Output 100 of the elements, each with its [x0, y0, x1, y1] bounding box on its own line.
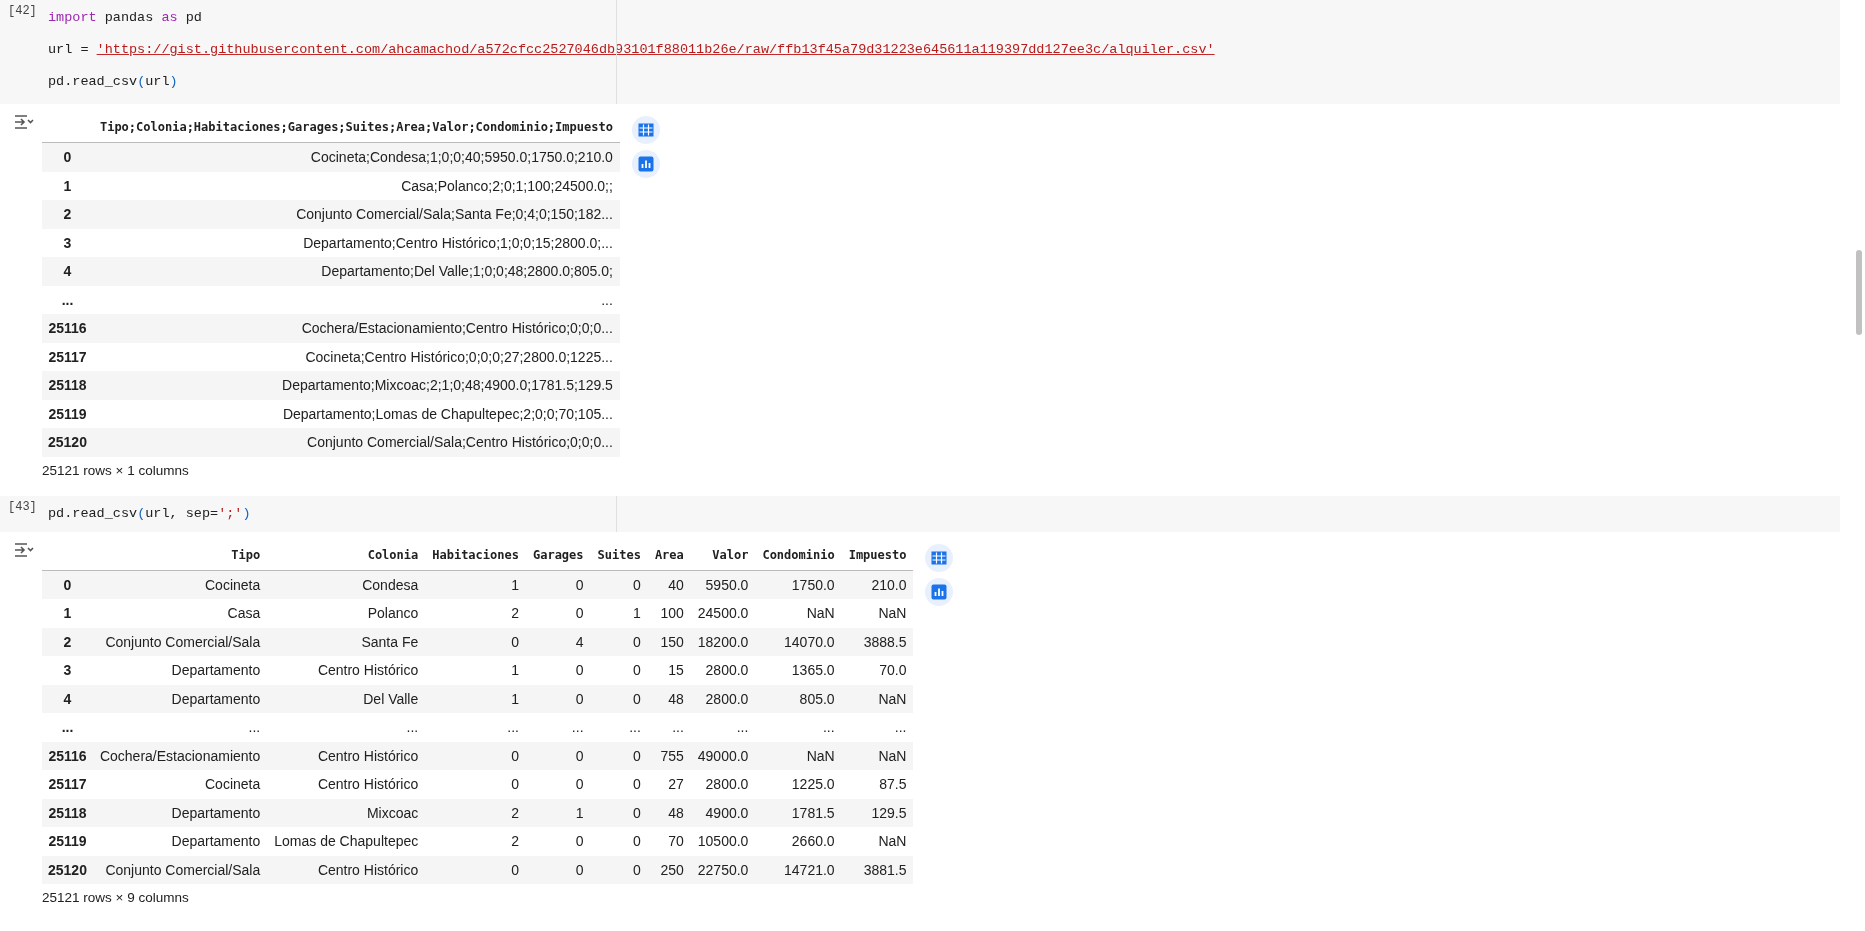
table-cell: Polanco — [267, 599, 426, 628]
code-editor[interactable]: pd.read_csv(url, sep=';') — [40, 495, 1840, 532]
column-header: Garages — [525, 539, 591, 570]
table-cell: 1781.5 — [755, 798, 842, 827]
table-cell: NaN — [841, 684, 914, 713]
table-cell: 3881.5 — [841, 855, 914, 884]
row-index: 3 — [42, 228, 93, 257]
table-cell: 0 — [590, 798, 648, 827]
column-header: Tipo;Colonia;Habitaciones;Garages;Suites;Area;Valor;Condominio;Impuesto — [92, 112, 620, 143]
table-cell: Departamento;Mixcoac;2;1;0;48;4900.0;1781.5;129.5 — [92, 371, 620, 400]
column-header: Suites — [590, 539, 648, 570]
table-cell: 0 — [525, 741, 591, 770]
table-cell: 100 — [647, 599, 691, 628]
table-cell: Departamento;Del Valle;1;0;0;48;2800.0;805.0; — [92, 257, 620, 286]
column-header: Impuesto — [841, 539, 914, 570]
row-index: 25117 — [42, 770, 93, 799]
table-cell: Centro Histórico — [267, 656, 426, 685]
table-cell: 0 — [525, 570, 591, 599]
table-cell: Cocineta — [92, 770, 268, 799]
table-cell: 0 — [590, 855, 648, 884]
table-cell: Departamento — [92, 656, 268, 685]
table-cell: 87.5 — [841, 770, 914, 799]
table-cell: Cochera/Estacionamiento — [92, 741, 268, 770]
table-cell: Condesa — [267, 570, 426, 599]
row-index: 25119 — [42, 827, 93, 856]
table-cell: 1 — [525, 798, 591, 827]
row-index: 25119 — [42, 399, 93, 428]
chart-button[interactable] — [631, 150, 660, 178]
row-index: 4 — [42, 684, 93, 713]
row-index: 25118 — [42, 371, 93, 400]
column-header: Area — [647, 539, 691, 570]
table-cell: Cocineta — [92, 570, 268, 599]
row-index: 1 — [42, 599, 93, 628]
row-index: 25116 — [42, 314, 93, 343]
table-cell: 2800.0 — [690, 656, 756, 685]
table-cell: Centro Histórico — [267, 741, 426, 770]
table-cell: Departamento — [92, 827, 268, 856]
table-cell: 0 — [425, 855, 526, 884]
table-cell: NaN — [755, 599, 842, 628]
scrollbar-thumb[interactable] — [1856, 250, 1862, 335]
table-cell: Conjunto Comercial/Sala;Centro Histórico;0;0;0... — [92, 428, 620, 457]
table-cell: 0 — [525, 684, 591, 713]
table-cell: 70.0 — [841, 656, 914, 685]
table-cell: 3888.5 — [841, 627, 914, 656]
table-cell: 2660.0 — [755, 827, 842, 856]
table-cell: ... — [425, 713, 526, 742]
row-index: 0 — [42, 570, 93, 599]
table-cell: 1365.0 — [755, 656, 842, 685]
table-view-button[interactable] — [631, 116, 660, 144]
output-toggle-icon[interactable] — [14, 541, 34, 558]
output-toggle-icon[interactable] — [14, 114, 34, 130]
table-cell: 18200.0 — [690, 627, 756, 656]
row-index: 25120 — [42, 855, 93, 884]
table-cell: 0 — [590, 627, 648, 656]
column-header: Tipo — [92, 539, 268, 570]
table-cell: 1 — [425, 684, 526, 713]
table-cell: 1225.0 — [755, 770, 842, 799]
table-cell: 48 — [647, 684, 691, 713]
table-cell: 150 — [647, 627, 691, 656]
table-cell: 49000.0 — [690, 741, 756, 770]
bar-chart-icon — [637, 156, 654, 172]
table-cell: NaN — [841, 599, 914, 628]
table-cell: 0 — [590, 770, 648, 799]
table-icon — [931, 549, 948, 566]
table-cell: Centro Histórico — [267, 770, 426, 799]
table-cell: 0 — [525, 599, 591, 628]
row-index: ... — [42, 713, 93, 742]
table-cell: 0 — [590, 684, 648, 713]
execution-count: [43] — [7, 498, 38, 516]
table-cell: 0 — [525, 855, 591, 884]
table-cell: 10500.0 — [690, 827, 756, 856]
column-header: Habitaciones — [425, 539, 526, 570]
row-index: ... — [42, 285, 93, 314]
table-cell: 0 — [425, 627, 526, 656]
row-index: 2 — [42, 627, 93, 656]
table-cell: ... — [647, 713, 691, 742]
table-cell: Departamento;Centro Histórico;1;0;0;15;2800.0;... — [92, 228, 620, 257]
table-view-button[interactable] — [925, 543, 954, 572]
code-editor[interactable]: import pandas as pd url = 'https://gist.githubusercontent.com/ahcamachod/a572cfcc2527046db93101f88011b26e/raw/ffb13f45a79d31223e645611a119397dd127ee3c/alquiler.csv' pd.read_csv(url) — [40, 0, 1840, 104]
table-cell: 2 — [425, 798, 526, 827]
row-index: 25118 — [42, 798, 93, 827]
table-cell: Departamento — [92, 684, 268, 713]
table-cell: 70 — [647, 827, 691, 856]
table-shape-text: 25121 rows × 1 columns — [42, 461, 190, 478]
table-cell: ... — [690, 713, 756, 742]
table-cell: 14721.0 — [755, 855, 842, 884]
table-cell: Casa — [92, 599, 268, 628]
table-cell: ... — [92, 713, 268, 742]
table-cell: 22750.0 — [690, 855, 756, 884]
table-cell: 250 — [647, 855, 691, 884]
execution-count: [42] — [7, 3, 38, 20]
table-cell: ... — [590, 713, 648, 742]
table-cell: 1 — [590, 599, 648, 628]
chart-button[interactable] — [925, 577, 954, 606]
table-cell: 24500.0 — [690, 599, 756, 628]
table-cell: 129.5 — [841, 798, 914, 827]
table-cell: 210.0 — [841, 570, 914, 599]
table-cell: 1750.0 — [755, 570, 842, 599]
code-line: pd.read_csv(url, sep=';') — [48, 505, 251, 522]
table-cell: 0 — [590, 741, 648, 770]
